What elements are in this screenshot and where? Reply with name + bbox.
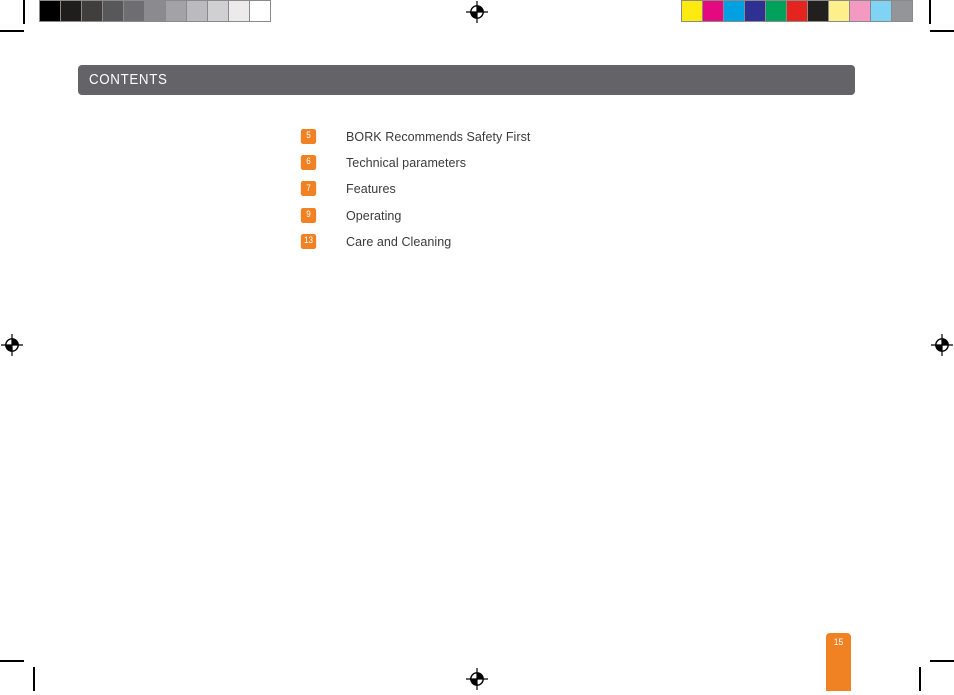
toc-page-badge[interactable]: 7	[300, 181, 317, 197]
registration-target-icon	[931, 334, 953, 356]
calibration-swatch	[744, 0, 766, 22]
calibration-swatch	[891, 0, 913, 22]
calibration-swatch	[723, 0, 745, 22]
calibration-swatch	[786, 0, 808, 22]
toc-entry[interactable]: 7 Features	[300, 176, 860, 202]
page-number-tab: 15	[826, 633, 851, 691]
toc-page-badge[interactable]: 6	[300, 154, 317, 170]
calibration-swatch	[765, 0, 787, 22]
calibration-swatch	[102, 0, 124, 22]
table-of-contents: 5 BORK Recommends Safety First 6 Technical …	[300, 123, 860, 254]
registration-target-icon	[466, 1, 488, 23]
calibration-swatch	[228, 0, 250, 22]
toc-entry[interactable]: 13 Care and Cleaning	[300, 228, 860, 254]
crop-mark-right-top-horizontal	[930, 30, 954, 32]
calibration-swatch	[681, 0, 703, 22]
color-calibration-strip	[681, 0, 913, 22]
toc-entry-label[interactable]: Operating	[346, 208, 401, 223]
crop-mark-left-bottom-horizontal	[0, 660, 24, 662]
crop-mark-top-right-vertical	[929, 0, 931, 24]
page-number: 15	[833, 637, 844, 648]
calibration-swatch	[828, 0, 850, 22]
calibration-swatch	[249, 0, 271, 22]
registration-target-icon	[466, 668, 488, 690]
toc-entry-label[interactable]: BORK Recommends Safety First	[346, 129, 530, 144]
crop-mark-left-top-horizontal	[0, 30, 24, 32]
calibration-swatch	[849, 0, 871, 22]
toc-entry-label[interactable]: Technical parameters	[346, 155, 466, 170]
calibration-swatch	[81, 0, 103, 22]
toc-entry[interactable]: 6 Technical parameters	[300, 149, 860, 175]
registration-target-icon	[1, 334, 23, 356]
contents-header-bar: CONTENTS	[78, 65, 855, 95]
crop-mark-bottom-right-vertical	[919, 667, 921, 691]
toc-page-badge[interactable]: 5	[300, 128, 317, 144]
toc-entry-label[interactable]: Features	[346, 181, 396, 196]
calibration-swatch	[60, 0, 82, 22]
page-title: CONTENTS	[89, 72, 168, 88]
toc-entry-label[interactable]: Care and Cleaning	[346, 234, 451, 249]
grayscale-calibration-strip	[39, 0, 271, 22]
crop-mark-right-bottom-horizontal	[930, 660, 954, 662]
crop-mark-bottom-left-vertical	[33, 667, 35, 691]
calibration-swatch	[165, 0, 187, 22]
calibration-swatch	[186, 0, 208, 22]
calibration-swatch	[807, 0, 829, 22]
crop-mark-top-left-vertical	[23, 0, 25, 24]
toc-entry[interactable]: 9 Operating	[300, 202, 860, 228]
calibration-swatch	[144, 0, 166, 22]
toc-entry[interactable]: 5 BORK Recommends Safety First	[300, 123, 860, 149]
calibration-swatch	[870, 0, 892, 22]
calibration-swatch	[39, 0, 61, 22]
toc-page-badge[interactable]: 13	[300, 233, 317, 249]
calibration-swatch	[702, 0, 724, 22]
calibration-swatch	[207, 0, 229, 22]
toc-page-badge[interactable]: 9	[300, 207, 317, 223]
calibration-swatch	[123, 0, 145, 22]
